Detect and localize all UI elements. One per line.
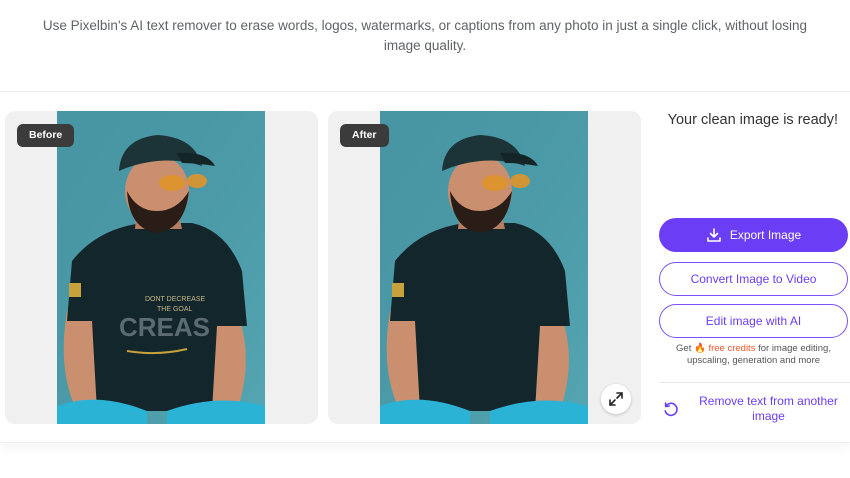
remove-another-image-link[interactable]: Remove text from another image xyxy=(659,394,848,428)
before-image-frame: DONT DECREASE THE GOAL CREAS Before xyxy=(5,111,318,424)
after-image-frame: After xyxy=(328,111,641,424)
shirt-text-line-1: DONT DECREASE xyxy=(145,296,205,303)
free-credits-link[interactable]: free credits xyxy=(708,343,755,354)
fire-icon: 🔥 xyxy=(693,343,706,354)
intro-description: Use Pixelbin's AI text remover to erase … xyxy=(42,18,808,53)
expand-arrows-icon xyxy=(609,392,623,406)
export-image-button[interactable]: Export Image xyxy=(659,218,848,252)
credits-prefix: Get xyxy=(676,343,692,354)
refresh-icon xyxy=(664,402,678,417)
intro-section: Use Pixelbin's AI text remover to erase … xyxy=(0,0,850,92)
remove-another-label: Remove text from another image xyxy=(699,394,838,423)
free-credits-note: Get 🔥 free credits for image editing, up… xyxy=(659,343,848,367)
download-icon xyxy=(707,228,721,242)
edit-with-ai-button[interactable]: Edit image with AI xyxy=(659,304,848,338)
expand-button[interactable] xyxy=(601,384,631,414)
edit-with-ai-label: Edit image with AI xyxy=(705,314,802,328)
convert-to-video-label: Convert Image to Video xyxy=(690,272,817,286)
before-label: Before xyxy=(17,124,75,147)
before-photo: DONT DECREASE THE GOAL CREAS xyxy=(57,111,265,424)
actions-divider xyxy=(659,382,850,383)
convert-to-video-button[interactable]: Convert Image to Video xyxy=(659,262,848,296)
result-actions: Your clean image is ready! Export Image … xyxy=(655,100,850,443)
after-label: After xyxy=(340,124,389,147)
ready-message: Your clean image is ready! xyxy=(667,112,838,128)
result-panel: DONT DECREASE THE GOAL CREAS Before Afte… xyxy=(0,100,850,443)
shirt-text-line-3: CREAS xyxy=(119,312,210,342)
export-image-label: Export Image xyxy=(729,228,802,242)
after-photo xyxy=(380,111,588,424)
